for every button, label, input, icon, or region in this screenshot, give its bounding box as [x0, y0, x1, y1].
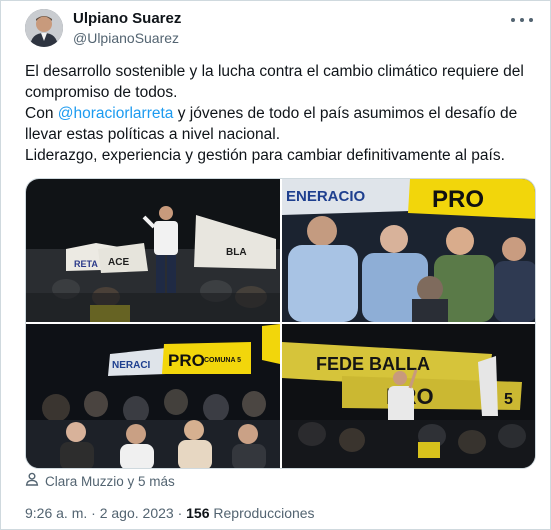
photo-1-banner-2: ACE	[108, 257, 129, 268]
tweet-time[interactable]: 9:26 a. m.	[25, 505, 87, 521]
author-name[interactable]: Ulpiano Suarez	[73, 11, 181, 27]
photo-1-banner-1: RETA	[74, 259, 98, 269]
tweet-text: El desarrollo sostenible y la lucha cont…	[25, 61, 537, 166]
avatar[interactable]	[25, 9, 63, 47]
tweet-line-2-prefix: Con	[25, 105, 58, 122]
author-handle[interactable]: @UlpianoSuarez	[73, 30, 179, 46]
meta-separator-1: ·	[87, 505, 100, 521]
photo-3-banner-2: PRO	[168, 351, 205, 370]
photo-4[interactable]: FEDE BALLA PRO 5	[282, 324, 535, 468]
meta-separator-2: ·	[173, 505, 187, 521]
photo-3[interactable]: NERACI PRO COMUNA 5	[26, 324, 280, 468]
tweet-card: Ulpiano Suarez @UlpianoSuarez El desarro…	[0, 0, 551, 530]
tweet-line-3: Liderazgo, experiencia y gestión para ca…	[25, 147, 505, 164]
photo-3-banner-3: COMUNA 5	[204, 357, 241, 364]
tweet-line-1: El desarrollo sostenible y la lucha cont…	[25, 63, 524, 101]
photo-2-banner-2: PRO	[432, 186, 484, 213]
photo-3-banner-1: NERACI	[112, 360, 151, 371]
photo-1-banner-3: BLA	[226, 247, 247, 258]
photo-1[interactable]: RETA ACE BLA	[26, 179, 280, 322]
person-icon	[25, 472, 39, 491]
photo-4-banner-1: FEDE BALLA	[316, 354, 430, 374]
photo-2[interactable]: ENERACIO PRO	[282, 179, 535, 322]
views-label: Reproducciones	[209, 505, 315, 521]
tagged-users[interactable]: Clara Muzzio y 5 más	[25, 471, 175, 491]
tweet-date[interactable]: 2 ago. 2023	[100, 505, 174, 521]
mention-link[interactable]: @horaciorlarreta	[58, 105, 174, 122]
photo-4-banner-3: 5	[504, 391, 513, 408]
tweet-line-2: Con @horaciorlarreta y jóvenes de todo e…	[25, 103, 537, 145]
tagged-label: Clara Muzzio y 5 más	[45, 473, 175, 489]
more-dots-icon[interactable]	[511, 13, 533, 27]
tweet-header: Ulpiano Suarez @UlpianoSuarez	[25, 9, 537, 49]
media-grid: RETA ACE BLA ENERACIO PRO NERACI PRO COM…	[25, 178, 536, 469]
views-count: 156	[186, 505, 210, 521]
tweet-meta: 9:26 a. m. · 2 ago. 2023 · 156 Reproducc…	[25, 505, 315, 521]
photo-2-banner-1: ENERACIO	[286, 188, 366, 205]
